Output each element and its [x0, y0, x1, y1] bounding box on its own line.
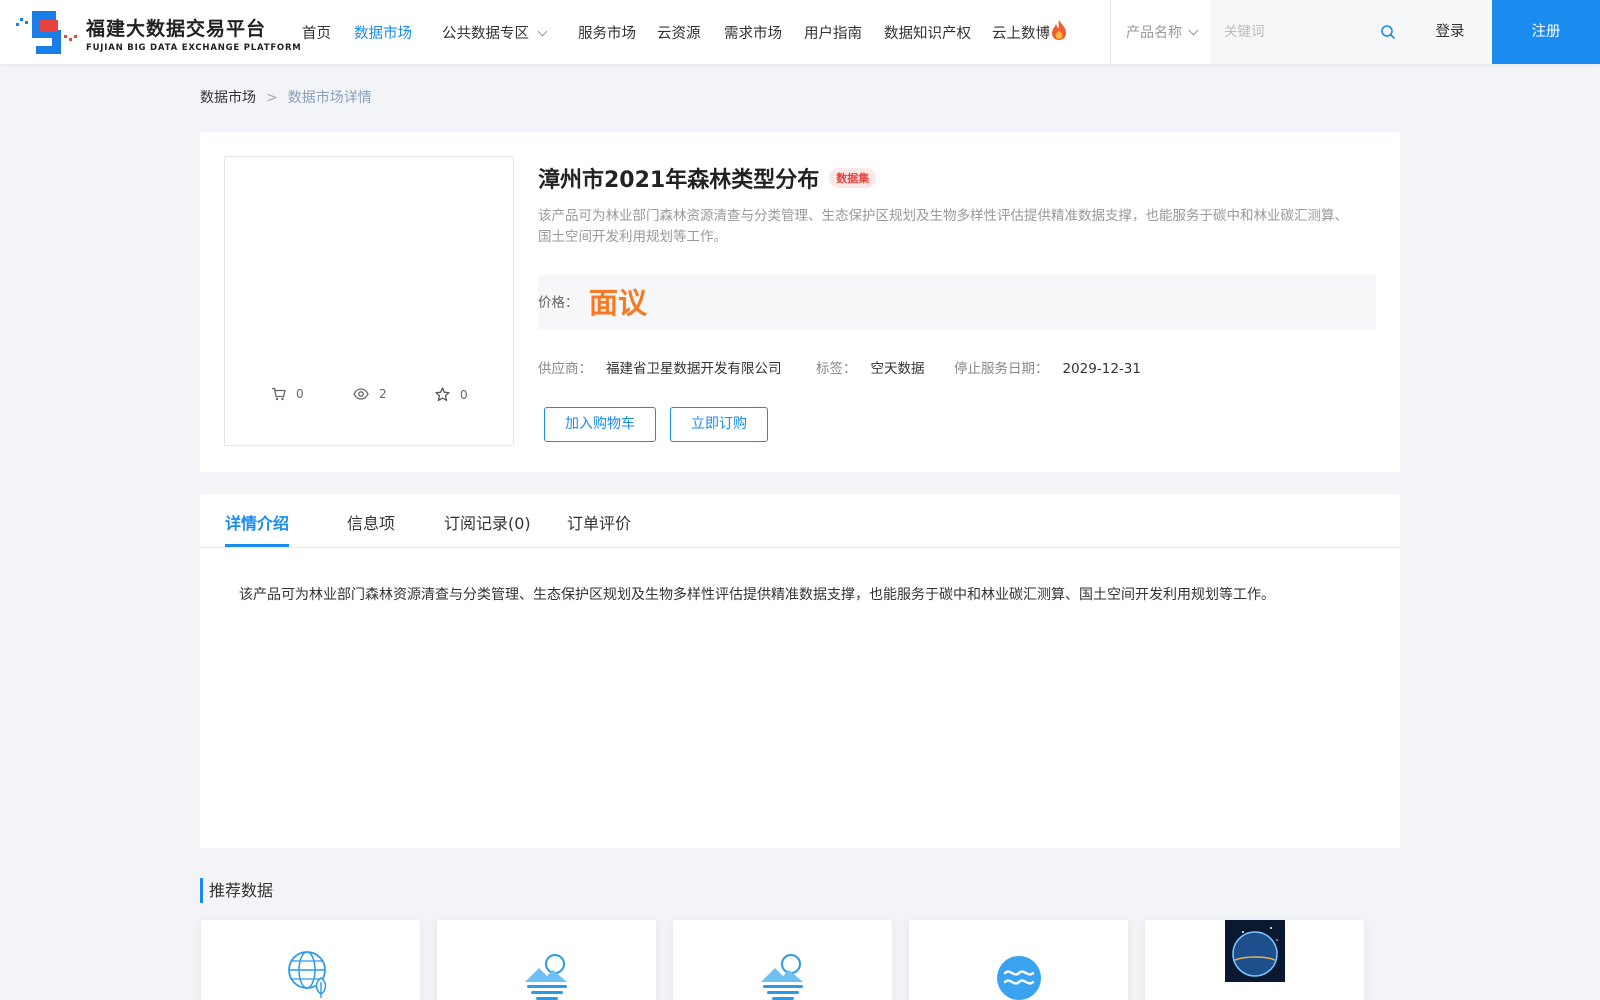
- tab-subscription-records[interactable]: 订阅记录(0): [444, 510, 531, 534]
- breadcrumb-separator: >: [266, 90, 278, 106]
- product-image: 0 2 0: [224, 156, 514, 446]
- price-label: 价格：: [538, 295, 579, 311]
- recommend-card[interactable]: [909, 920, 1128, 1000]
- details-content: 该产品可为林业部门森林资源清查与分类管理、生态保护区规划及生物多样性评估提供精准…: [239, 587, 1275, 603]
- end-date-label: 停止服务日期：: [954, 361, 1049, 377]
- mountain-sun-icon: [761, 954, 803, 1000]
- active-tab-indicator: [225, 544, 289, 547]
- water-wave-icon: [997, 956, 1041, 1000]
- supplier-label: 供应商：: [538, 361, 592, 377]
- supplier-info: 供应商： 福建省卫星数据开发有限公司: [538, 357, 782, 377]
- favorite-count[interactable]: 0: [435, 387, 468, 402]
- logo-title: 福建大数据交易平台: [86, 18, 267, 40]
- chevron-down-icon: [537, 26, 548, 37]
- logo-text: 福建大数据交易平台 FUJIAN BIG DATA EXCHANGE PLATF…: [86, 14, 302, 53]
- nav-cloud-resources[interactable]: 云资源: [657, 22, 701, 43]
- tag-label: 标签：: [816, 361, 857, 377]
- cart-count-value: 0: [296, 387, 304, 401]
- end-date-value: 2029-12-31: [1062, 361, 1141, 377]
- view-count-value: 2: [379, 387, 387, 401]
- nav-data-ip[interactable]: 数据知识产权: [884, 22, 971, 43]
- favorite-count-value: 0: [460, 387, 468, 402]
- nav-cloud-expo[interactable]: 云上数博: [992, 22, 1050, 43]
- login-button[interactable]: 登录: [1410, 0, 1490, 64]
- breadcrumb-data-market[interactable]: 数据市场: [200, 90, 256, 106]
- dataset-badge: 数据集: [829, 168, 877, 188]
- register-button[interactable]: 注册: [1492, 0, 1600, 64]
- nav-public-data-zone[interactable]: 公共数据专区: [442, 22, 548, 43]
- search-input[interactable]: [1224, 20, 1374, 44]
- nav-demand-market[interactable]: 需求市场: [724, 22, 782, 43]
- top-navbar: 福建大数据交易平台 FUJIAN BIG DATA EXCHANGE PLATF…: [0, 0, 1600, 64]
- breadcrumb-current: 数据市场详情: [287, 90, 372, 106]
- price-value: 面议: [589, 286, 648, 320]
- breadcrumb: 数据市场 > 数据市场详情: [200, 87, 372, 107]
- logo-subtitle: FUJIAN BIG DATA EXCHANGE PLATFORM: [86, 43, 302, 53]
- add-to-cart-button[interactable]: 加入购物车: [544, 407, 656, 442]
- view-count: 2: [353, 387, 387, 401]
- search-box: [1210, 0, 1410, 64]
- product-title: 漳州市2021年森林类型分布: [538, 168, 820, 193]
- nav-public-data-zone-label: 公共数据专区: [442, 26, 529, 42]
- detail-tabs-panel: 详情介绍 信息项 订阅记录(0) 订单评价 该产品可为林业部门森林资源清查与分类…: [200, 494, 1400, 848]
- product-title-row: 漳州市2021年森林类型分布 数据集: [538, 162, 877, 194]
- nav-home[interactable]: 首页: [302, 22, 331, 43]
- satellite-earth-image: [1225, 920, 1285, 982]
- product-summary: 该产品可为林业部门森林资源清查与分类管理、生态保护区规划及生物多样性评估提供精准…: [538, 208, 1348, 245]
- nav-user-guide[interactable]: 用户指南: [804, 22, 862, 43]
- supplier-name: 福建省卫星数据开发有限公司: [606, 361, 782, 377]
- platform-logo[interactable]: 福建大数据交易平台 FUJIAN BIG DATA EXCHANGE PLATF…: [16, 8, 301, 56]
- mountain-sun-icon: [525, 954, 567, 1000]
- search-divider: [1110, 0, 1111, 64]
- tab-details[interactable]: 详情介绍: [225, 510, 289, 534]
- fire-icon: [1052, 20, 1066, 40]
- buy-now-button[interactable]: 立即订购: [670, 407, 768, 442]
- recommend-section-title: 推荐数据: [200, 878, 273, 903]
- tab-bar: 详情介绍 信息项 订阅记录(0) 订单评价: [200, 494, 1400, 548]
- globe-leaf-icon: [288, 951, 327, 998]
- tab-order-reviews[interactable]: 订单评价: [567, 510, 631, 534]
- search-type-select[interactable]: 产品名称: [1126, 22, 1199, 42]
- cart-icon: [272, 387, 286, 401]
- cart-count: 0: [271, 387, 304, 401]
- search-icon[interactable]: [1380, 24, 1396, 40]
- end-date-info: 停止服务日期： 2029-12-31: [954, 357, 1141, 377]
- recommend-card[interactable]: [201, 920, 420, 1000]
- tag-value: 空天数据: [870, 361, 925, 377]
- tab-info-items[interactable]: 信息项: [347, 510, 395, 534]
- nav-service-market[interactable]: 服务市场: [578, 22, 636, 43]
- product-summary-card: 0 2 0 漳州市2021年森林类型分布 数据集 该产品可为林业部门森林资源清查…: [200, 132, 1400, 472]
- tag-info: 标签： 空天数据: [816, 357, 925, 377]
- chevron-down-icon: [1188, 25, 1199, 36]
- star-icon: [435, 387, 450, 402]
- recommend-card[interactable]: [437, 920, 656, 1000]
- price-bar: 价格： 面议: [538, 275, 1376, 330]
- logo-mark-icon: [16, 11, 77, 54]
- eye-icon: [353, 388, 369, 400]
- recommend-card[interactable]: [1145, 920, 1364, 1000]
- recommend-card[interactable]: [673, 920, 892, 1000]
- search-type-label: 产品名称: [1126, 25, 1182, 41]
- nav-data-market[interactable]: 数据市场: [354, 22, 412, 43]
